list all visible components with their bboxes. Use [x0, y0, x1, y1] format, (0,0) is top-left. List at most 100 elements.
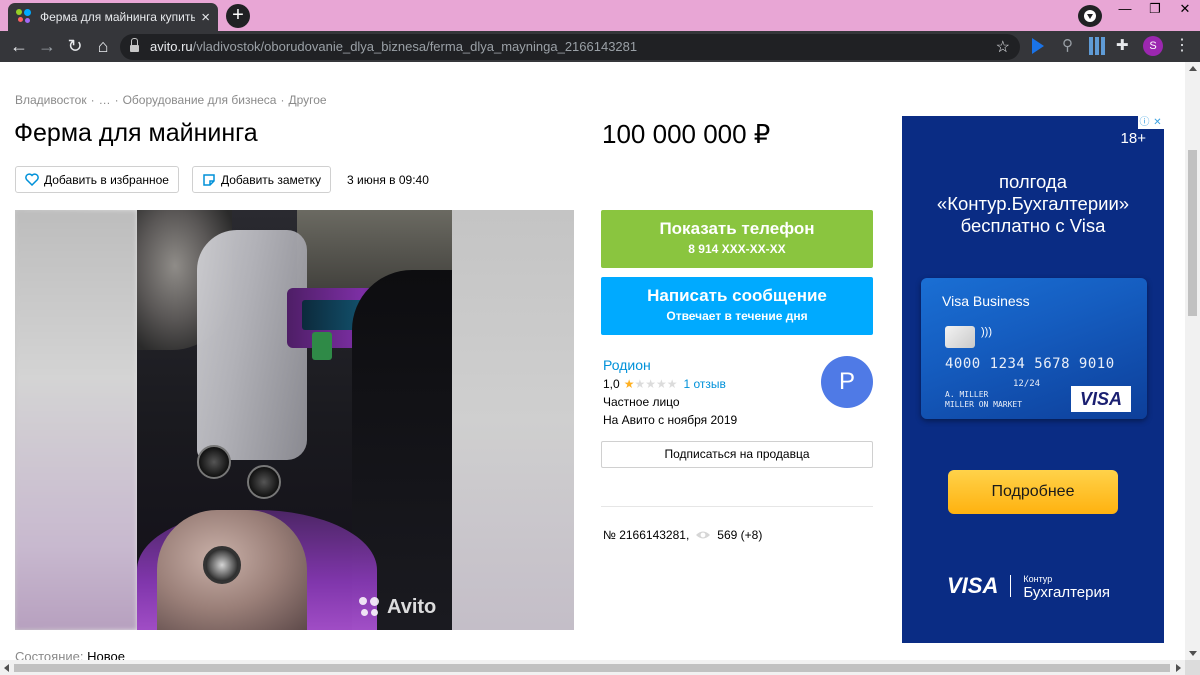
scroll-left-icon[interactable] — [4, 664, 9, 672]
breadcrumb-category[interactable]: Оборудование для бизнеса — [123, 93, 277, 107]
response-time: Отвечает в течение дня — [666, 309, 808, 323]
scroll-up-icon[interactable] — [1189, 66, 1197, 71]
seller-since: На Авито с ноября 2019 — [603, 413, 738, 427]
breadcrumb-city[interactable]: Владивосток — [15, 93, 87, 107]
home-icon[interactable]: ⌂ — [90, 34, 116, 60]
adchoices[interactable]: ⓘ ✕ — [1138, 116, 1164, 129]
breadcrumb: Владивосток ·… · Оборудование для бизнеса · Д… — [15, 93, 327, 107]
tab-title: Ферма для майнинга купить в В — [40, 10, 196, 24]
forward-icon[interactable]: → — [34, 34, 60, 60]
profile-avatar[interactable]: S — [1143, 36, 1163, 56]
rating-stars: ★★★★★ — [624, 377, 678, 391]
price: 100 000 000 ₽ — [602, 119, 771, 149]
breadcrumb-subcategory[interactable]: Другое — [288, 93, 326, 107]
card-number: 4000 1234 5678 9010 — [945, 356, 1115, 372]
age-badge: 18+ — [1120, 130, 1146, 147]
extension-qr-icon[interactable] — [1089, 37, 1107, 55]
ad-meta: № 2166143281, 569 (+8) — [603, 528, 762, 542]
show-phone-label: Показать телефон — [659, 219, 815, 238]
views-count: 569 (+8) — [717, 528, 763, 542]
divider — [601, 506, 873, 507]
avito-logo-icon — [359, 596, 381, 619]
close-window-button[interactable]: ✕ — [1170, 0, 1200, 20]
card-name: Visa Business — [942, 293, 1030, 309]
gallery-blur-left — [15, 210, 137, 630]
browser-toolbar: ← → ↻ ⌂ avito.ru/vladivostok/oborudovani… — [0, 31, 1200, 62]
restore-button[interactable]: ❐ — [1140, 0, 1170, 20]
avito-favicon-icon — [16, 9, 32, 25]
tab-search-icon[interactable] — [1078, 5, 1102, 27]
note-icon — [203, 173, 215, 186]
hscrollbar-thumb[interactable] — [14, 664, 1170, 672]
gallery-blur-right — [452, 210, 574, 630]
adchoices-close-icon[interactable]: ✕ — [1151, 116, 1164, 129]
browser-tab-active[interactable]: Ферма для майнинга купить в В × — [8, 3, 218, 31]
browser-tabstrip: Ферма для майнинга купить в В × + — ❐ ✕ — [0, 0, 1200, 31]
banner-headline: полгода «Контур.Бухгалтерии» бесплатно с… — [936, 171, 1130, 236]
avito-watermark: Avito — [359, 596, 436, 619]
vertical-scrollbar[interactable] — [1185, 62, 1200, 660]
show-phone-button[interactable]: Показать телефон 8 914 XXX-XX-XX — [601, 210, 873, 268]
minimize-button[interactable]: — — [1110, 0, 1140, 20]
bookmark-star-icon[interactable]: ☆ — [996, 37, 1010, 57]
new-tab-button[interactable]: + — [226, 4, 250, 28]
breadcrumb-ellipsis[interactable]: … — [99, 93, 111, 107]
scrollbar-corner — [1185, 660, 1200, 675]
address-bar[interactable]: avito.ru/vladivostok/oborudovanie_dlya_b… — [120, 34, 1020, 60]
star-icon: ★ — [645, 377, 656, 391]
banner-cta-button[interactable]: Подробнее — [948, 470, 1118, 514]
publish-date: 3 июня в 09:40 — [347, 173, 429, 187]
eye-icon — [696, 531, 711, 539]
add-note-button[interactable]: Добавить заметку — [192, 166, 331, 193]
star-icon: ★ — [655, 377, 667, 391]
condition-value: Новое — [87, 649, 125, 660]
page-content: Владивосток ·… · Оборудование для бизнеса · Д… — [0, 62, 1185, 660]
banner-footer-logos: VISA Контур Бухгалтерия — [947, 572, 1110, 600]
horizontal-scrollbar[interactable] — [0, 660, 1185, 675]
extension-search-icon[interactable]: ⚲ — [1062, 37, 1080, 55]
visa-logo: VISA — [947, 573, 999, 598]
condition-label: Состояние: — [15, 649, 84, 660]
scroll-down-icon[interactable] — [1189, 651, 1197, 656]
reload-icon[interactable]: ↻ — [62, 34, 88, 60]
write-message-label: Написать сообщение — [647, 286, 827, 305]
subscribe-seller-button[interactable]: Подписаться на продавца — [601, 441, 873, 468]
condition-row: Состояние: Новое — [15, 649, 125, 660]
tab-close-icon[interactable]: × — [201, 10, 210, 25]
ad-banner[interactable]: ⓘ ✕ 18+ полгода «Контур.Бухгалтерии» бес… — [902, 116, 1164, 643]
card-expiry: 12/24 — [1013, 379, 1041, 389]
visa-badge: VISA — [1071, 386, 1131, 412]
card-holder: A. MILLER MILLER ON MARKET — [945, 390, 1023, 409]
favorite-label: Добавить в избранное — [44, 172, 169, 187]
rating-value: 1,0 — [603, 377, 620, 391]
phone-masked: 8 914 XXX-XX-XX — [688, 242, 786, 256]
url-text: avito.ru/vladivostok/oborudovanie_dlya_b… — [150, 39, 638, 54]
logo-divider — [1010, 575, 1012, 597]
card-chip-icon — [945, 326, 975, 348]
extension-play-icon[interactable] — [1032, 38, 1044, 54]
star-icon: ★ — [666, 377, 678, 391]
seller-type: Частное лицо — [603, 395, 680, 409]
lock-icon — [130, 38, 139, 53]
reviews-link[interactable]: 1 отзыв — [684, 377, 726, 391]
star-icon: ★ — [623, 377, 635, 391]
visa-card-image: Visa Business ))) 4000 1234 5678 9010 12… — [921, 278, 1147, 419]
heart-icon — [25, 173, 39, 186]
add-to-favorites-button[interactable]: Добавить в избранное — [15, 166, 179, 193]
photo-gallery[interactable]: Avito — [15, 210, 574, 630]
star-icon: ★ — [634, 377, 646, 391]
ad-number: № 2166143281, — [603, 528, 690, 542]
seller-avatar[interactable]: Р — [821, 356, 873, 408]
scrollbar-thumb[interactable] — [1188, 150, 1197, 316]
contactless-icon: ))) — [981, 326, 992, 338]
extensions-puzzle-icon[interactable]: ✚ — [1116, 37, 1134, 55]
seller-name-link[interactable]: Родион — [603, 357, 651, 373]
seller-rating: 1,0 ★★★★★ 1 отзыв — [603, 377, 726, 391]
scroll-right-icon[interactable] — [1176, 664, 1181, 672]
write-message-button[interactable]: Написать сообщение Отвечает в течение дн… — [601, 277, 873, 335]
listing-photo[interactable]: Avito — [137, 210, 452, 630]
browser-menu-icon[interactable]: ⋮ — [1174, 36, 1190, 56]
back-icon[interactable]: ← — [6, 34, 32, 60]
page-title: Ферма для майнинга — [14, 119, 258, 147]
adchoices-info-icon[interactable]: ⓘ — [1138, 116, 1151, 129]
